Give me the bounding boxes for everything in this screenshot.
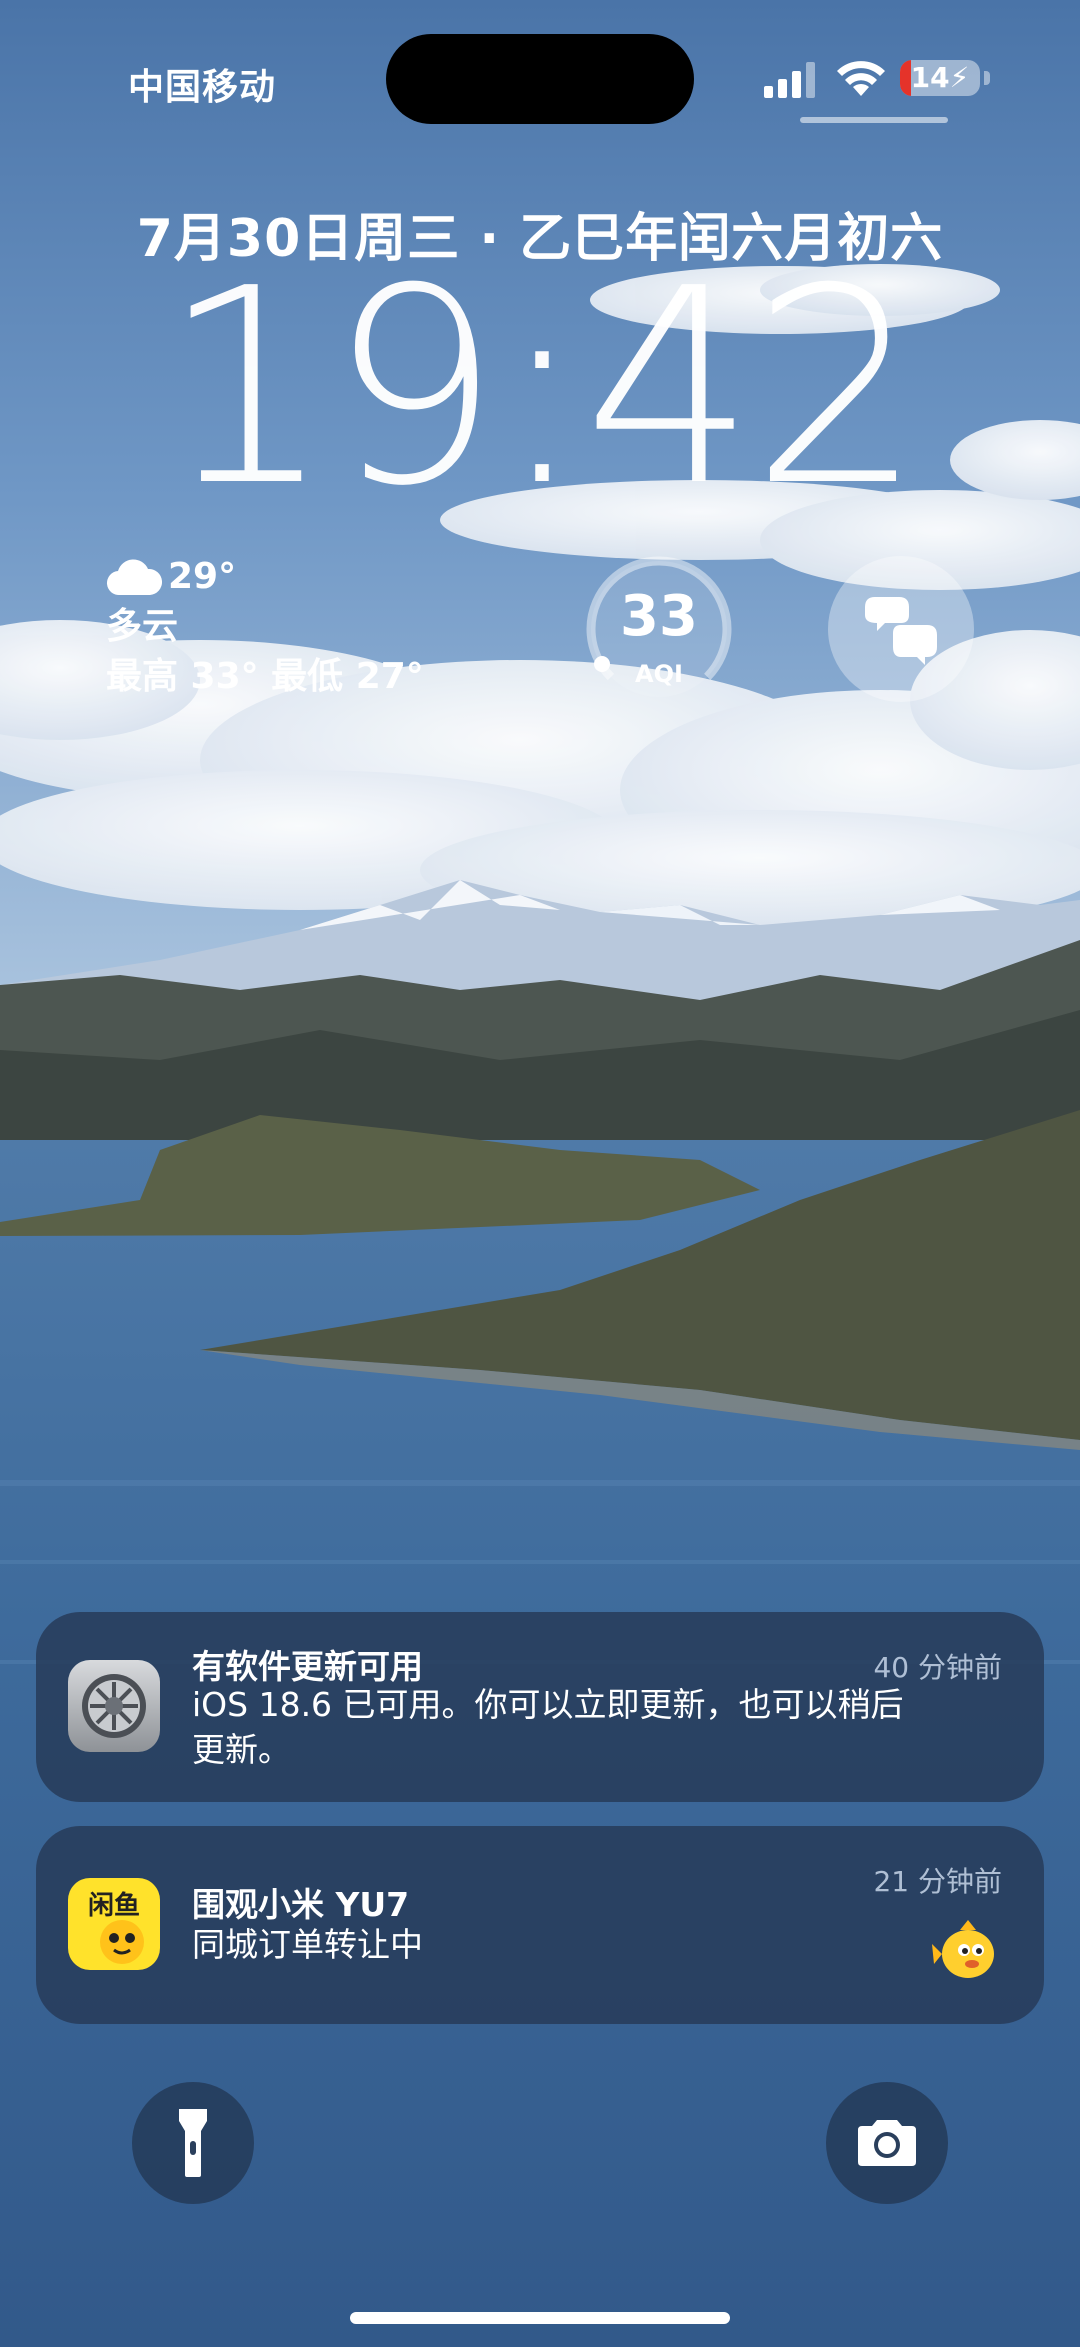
focus-shortcut-icon: [865, 597, 937, 665]
control-center-hint[interactable]: [800, 117, 948, 123]
notification-body: 同城订单转让中: [192, 1925, 423, 1964]
status-icons: 14⚡: [764, 58, 990, 98]
flashlight-button[interactable]: [132, 2082, 254, 2204]
cloud-icon: [107, 559, 162, 596]
weather-temperature: 29°: [168, 556, 237, 597]
camera-icon: [858, 2120, 916, 2166]
aqi-value: 33: [620, 584, 698, 649]
fish-mascot-icon: [932, 1920, 994, 1978]
battery-level: 14: [910, 61, 950, 94]
battery-charging-icon: 14⚡: [900, 60, 992, 98]
notification-time: 40 分钟前: [873, 1651, 1002, 1684]
flashlight-icon: [179, 2109, 207, 2177]
weather-widget[interactable]: 29° 多云 最高 33° 最低 27°: [106, 552, 424, 702]
xianyu-icon-label: 闲鱼: [88, 1890, 140, 1920]
weather-range: 最高 33° 最低 27°: [106, 656, 424, 697]
notification-time: 21 分钟前: [873, 1865, 1002, 1898]
aqi-widget[interactable]: 33 AQI: [582, 552, 736, 706]
notification-software-update[interactable]: 有软件更新可用 iOS 18.6 已可用。你可以立即更新，也可以稍后更新。 40…: [36, 1612, 1044, 1802]
settings-gear-icon: [68, 1660, 160, 1752]
aqi-label: AQI: [635, 660, 683, 688]
xianyu-app-icon: 闲鱼: [68, 1878, 160, 1970]
lock-time: 19:42: [160, 230, 923, 545]
camera-button[interactable]: [826, 2082, 948, 2204]
focus-shortcut-widget[interactable]: [828, 556, 974, 702]
carrier-label: 中国移动: [128, 67, 277, 108]
weather-condition: 多云: [106, 606, 179, 647]
notification-title: 围观小米 YU7: [192, 1885, 410, 1924]
dynamic-island: [386, 34, 694, 124]
signal-icon: [764, 62, 815, 98]
notification-body: iOS 18.6 已可用。你可以立即更新，也可以稍后更新。: [192, 1685, 904, 1769]
wifi-icon: [837, 61, 885, 96]
home-indicator[interactable]: [350, 2312, 730, 2324]
notification-xianyu[interactable]: 闲鱼 围观小米 YU7 同城订单转让中 21 分钟前: [36, 1826, 1044, 2024]
notification-title: 有软件更新可用: [192, 1647, 423, 1686]
